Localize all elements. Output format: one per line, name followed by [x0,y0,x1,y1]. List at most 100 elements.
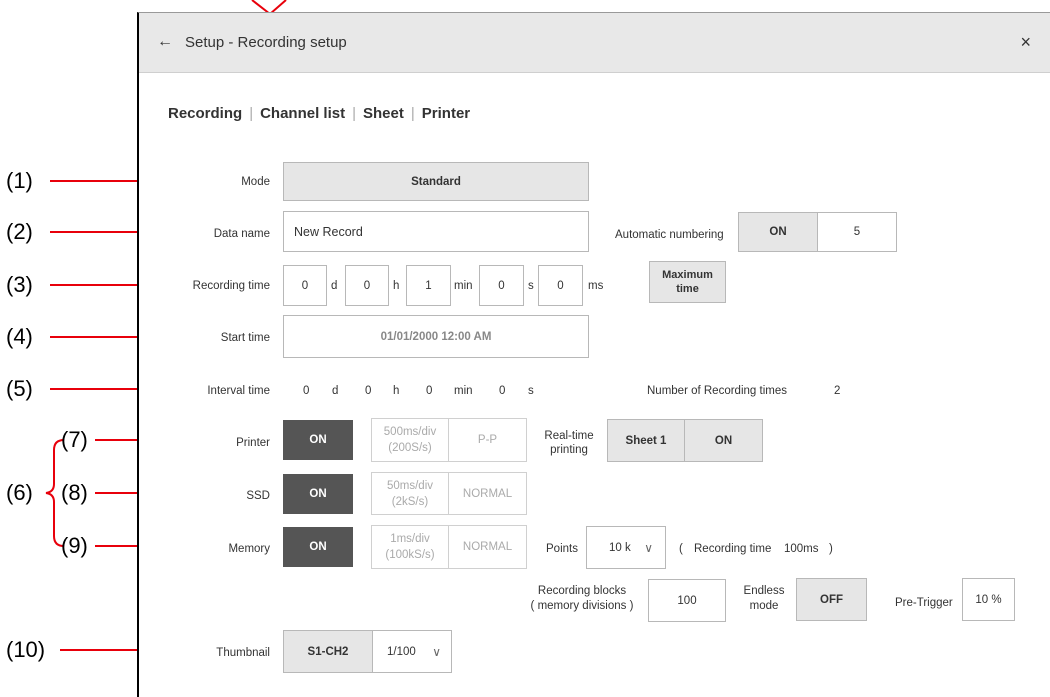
data-name-input[interactable]: New Record [283,211,589,252]
recording-count-value: 2 [834,385,841,397]
interval-hours-value: 0 [365,385,372,397]
maximum-time-button[interactable]: Maximum time [649,261,726,303]
chevron-down-icon: ∨ [432,644,441,659]
start-time-label: Start time [220,332,270,344]
callout-4: (4) [6,324,33,349]
ssd-on-toggle[interactable]: ON [283,474,353,514]
interval-seconds-unit: s [528,385,534,397]
interval-hours-unit: h [393,385,400,397]
recording-time-seconds-input[interactable]: 0 [479,265,524,306]
interval-minutes-unit: min [454,385,473,397]
recording-time-ms-unit: ms [588,280,604,292]
mode-button[interactable]: Standard [283,162,589,201]
callout-6: (6) [6,480,33,505]
tab-bar: Recording | Channel list | Sheet | Print… [168,105,470,122]
callout-2: (2) [6,219,33,244]
tab-divider: | [410,105,415,122]
recording-time-hours-unit: h [393,280,400,292]
printer-rate-line2: (200S/s) [388,442,432,454]
printer-rate-field[interactable]: 500ms/div (200S/s) [371,418,449,462]
endless-mode-label: Endless mode [742,584,786,614]
automatic-numbering-value[interactable]: 5 [817,212,897,252]
realtime-printing-label: Real-time printing [539,429,599,457]
automatic-numbering-toggle[interactable]: ON [738,212,818,252]
endless-mode-line1: Endless [743,585,785,597]
recording-time-days-input[interactable]: 0 [283,265,327,306]
thumbnail-label: Thumbnail [216,647,270,659]
memory-rate-line1: 1ms/div [390,533,430,545]
printer-on-toggle[interactable]: ON [283,420,353,460]
ssd-rate-field[interactable]: 50ms/div (2kS/s) [371,472,449,515]
memory-recording-time-value: 100ms [784,543,819,555]
memory-on-toggle[interactable]: ON [283,527,353,567]
recording-setup-dialog: ← Setup - Recording setup × Recording | … [137,12,1050,697]
callout-9: (9) [61,533,88,558]
title-bar: ← Setup - Recording setup × [139,13,1050,73]
recording-blocks-line2: ( memory divisions ) [530,600,634,612]
recording-time-days-unit: d [331,280,338,292]
callout-3: (3) [6,272,33,297]
memory-mode-field[interactable]: NORMAL [448,525,527,569]
memory-rate-line2: (100kS/s) [385,549,435,561]
realtime-printing-line2: printing [550,444,588,456]
printer-rate-line1: 500ms/div [383,426,437,438]
points-value: 10 k [609,541,631,554]
dialog-title: Setup - Recording setup [185,34,347,51]
tab-printer[interactable]: Printer [422,105,470,122]
interval-days-unit: d [332,385,339,397]
recording-blocks-label: Recording blocks ( memory divisions ) [523,584,641,614]
interval-seconds-value: 0 [499,385,506,397]
mode-label: Mode [241,176,270,188]
tab-channel-list[interactable]: Channel list [260,105,345,122]
realtime-printing-toggle[interactable]: ON [684,419,763,462]
realtime-sheet-button[interactable]: Sheet 1 [607,419,685,462]
data-name-label: Data name [213,228,270,240]
maximum-time-line2: time [676,283,699,295]
recording-time-minutes-input[interactable]: 1 [406,265,451,306]
recording-count-label: Number of Recording times [647,385,787,397]
memory-recording-time-open: ( [679,543,683,555]
ssd-rate-line1: 50ms/div [386,479,434,492]
recording-blocks-line1: Recording blocks [537,585,627,597]
thumbnail-channel-button[interactable]: S1-CH2 [283,630,373,673]
recording-time-ms-input[interactable]: 0 [538,265,583,306]
close-icon[interactable]: × [1020,32,1031,53]
recording-time-label: Recording time [192,280,270,292]
memory-label: Memory [228,543,270,555]
endless-mode-toggle[interactable]: OFF [796,578,867,621]
recording-blocks-input[interactable]: 100 [648,579,726,622]
thumbnail-scale-select[interactable]: 1/100 ∨ [372,630,452,673]
interval-time-label: Interval time [207,385,270,397]
points-label: Points [546,543,578,555]
tab-divider: | [249,105,254,122]
ssd-label: SSD [246,490,270,502]
callout-7: (7) [61,427,88,452]
recording-time-hours-input[interactable]: 0 [345,265,389,306]
thumbnail-scale-value: 1/100 [387,645,416,658]
callout-8: (8) [61,480,88,505]
ssd-rate-line2: (2kS/s) [391,495,429,508]
printer-label: Printer [236,437,270,449]
memory-recording-time-label: Recording time [694,543,772,555]
printer-mode-field[interactable]: P-P [448,418,527,462]
back-arrow-icon[interactable]: ← [157,33,173,51]
callout-5: (5) [6,376,33,401]
interval-days-value: 0 [303,385,310,397]
ssd-mode-field[interactable]: NORMAL [448,472,527,515]
callout-1: (1) [6,168,33,193]
interval-minutes-value: 0 [426,385,433,397]
memory-recording-time-close: ) [829,543,833,555]
recording-time-minutes-unit: min [454,280,473,292]
tab-recording[interactable]: Recording [168,105,242,122]
automatic-numbering-label: Automatic numbering [615,229,724,241]
pre-trigger-label: Pre-Trigger [895,597,953,609]
tab-sheet[interactable]: Sheet [363,105,404,122]
points-select[interactable]: 10 k ∨ [586,526,666,569]
memory-rate-field[interactable]: 1ms/div (100kS/s) [371,525,449,569]
tab-divider: | [352,105,357,122]
start-time-field[interactable]: 01/01/2000 12:00 AM [283,315,589,358]
chevron-down-icon: ∨ [644,540,653,555]
maximum-time-line1: Maximum [662,269,713,281]
pre-trigger-input[interactable]: 10 % [962,578,1015,621]
callout-10: (10) [6,637,46,662]
